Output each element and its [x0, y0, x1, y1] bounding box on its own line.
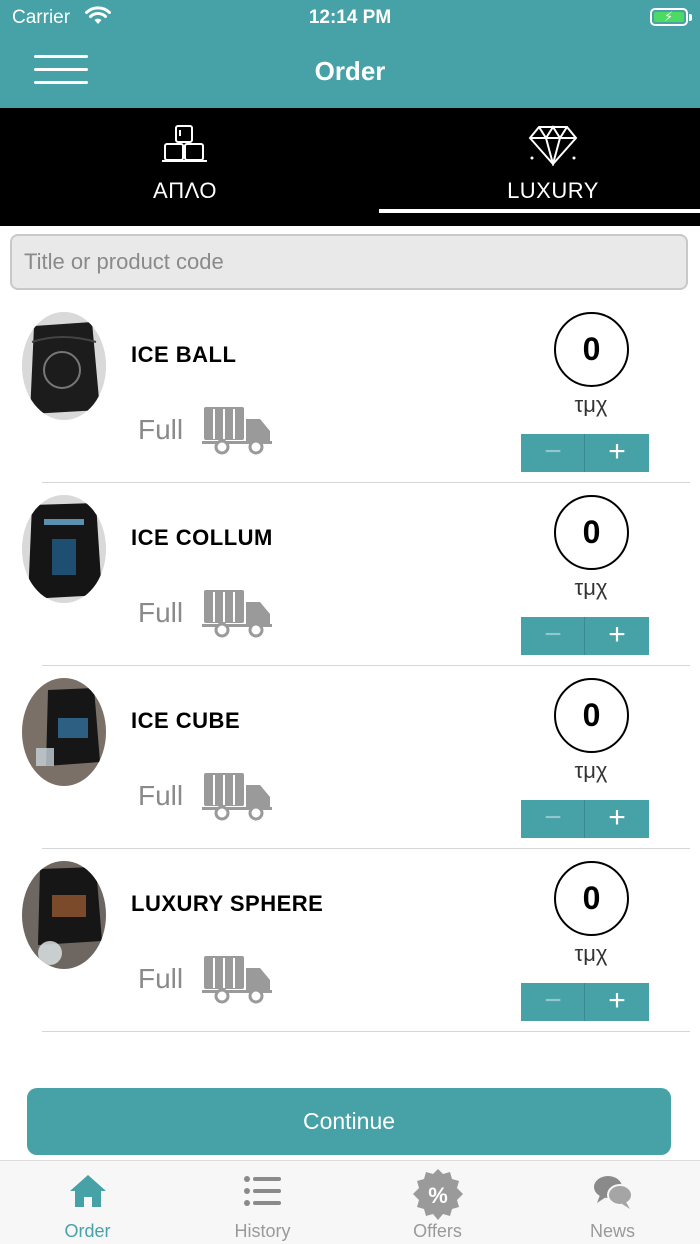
- product-image: [22, 861, 106, 969]
- quantity-display: 0: [554, 861, 629, 936]
- status-time: 12:14 PM: [308, 7, 392, 28]
- ice-cubes-icon: [10, 124, 360, 169]
- product-image: [22, 312, 106, 420]
- unit-label: τμχ: [574, 575, 608, 600]
- truck-icon: [202, 954, 272, 1009]
- nav-history-label: History: [234, 1221, 291, 1241]
- status-bar: Carrier 12:14 PM ⚡: [0, 0, 700, 36]
- increment-button[interactable]: +: [585, 617, 649, 655]
- battery-icon: ⚡: [650, 8, 692, 26]
- nav-order[interactable]: Order: [0, 1161, 175, 1244]
- nav-history[interactable]: History: [175, 1161, 350, 1244]
- quantity-display: 0: [554, 495, 629, 570]
- nav-offers-label: Offers: [413, 1221, 462, 1241]
- home-icon: [0, 1173, 175, 1214]
- product-row: LUXURY SPHERE Full 0 τμχ − +: [0, 849, 700, 1032]
- chat-bubbles-icon: [525, 1173, 700, 1216]
- quantity-stepper: − +: [521, 434, 649, 472]
- tab-aplo[interactable]: ΑΠΛΟ: [10, 108, 360, 226]
- delivery-type-label: Full: [138, 414, 184, 445]
- product-image: [22, 495, 106, 603]
- unit-label: τμχ: [574, 758, 608, 783]
- decrement-button[interactable]: −: [521, 800, 585, 838]
- percent-badge-icon: %: [350, 1169, 525, 1228]
- product-name: ICE CUBE: [131, 708, 241, 733]
- truck-icon: [202, 405, 272, 460]
- decrement-button[interactable]: −: [521, 983, 585, 1021]
- unit-label: τμχ: [574, 392, 608, 417]
- product-row: ICE COLLUM Full 0 τμχ − +: [0, 483, 700, 666]
- product-image: [22, 678, 106, 786]
- list-icon: [175, 1173, 350, 1214]
- quantity-display: 0: [554, 678, 629, 753]
- nav-news[interactable]: News: [525, 1161, 700, 1244]
- quantity-display: 0: [554, 312, 629, 387]
- tab-aplo-label: ΑΠΛΟ: [153, 178, 217, 203]
- decrement-button[interactable]: −: [521, 617, 585, 655]
- increment-button[interactable]: +: [585, 434, 649, 472]
- delivery-type-label: Full: [138, 597, 184, 628]
- product-name: LUXURY SPHERE: [131, 891, 324, 916]
- continue-button[interactable]: Continue: [27, 1088, 671, 1155]
- unit-label: τμχ: [574, 941, 608, 966]
- delivery-type-label: Full: [138, 780, 184, 811]
- delivery-type-label: Full: [138, 963, 184, 994]
- product-name: ICE COLLUM: [131, 525, 273, 550]
- nav-news-label: News: [589, 1221, 635, 1241]
- nav-order-label: Order: [64, 1221, 111, 1241]
- quantity-stepper: − +: [521, 617, 649, 655]
- search-input[interactable]: [10, 234, 688, 290]
- bottom-tab-bar: Order History % Offers News: [0, 1160, 700, 1244]
- product-row: ICE BALL Full 0 τμχ − +: [0, 300, 700, 483]
- page-title: Order: [314, 56, 386, 86]
- decrement-button[interactable]: −: [521, 434, 585, 472]
- product-row: ICE CUBE Full 0 τμχ − +: [0, 666, 700, 849]
- increment-button[interactable]: +: [585, 800, 649, 838]
- product-name: ICE BALL: [131, 342, 237, 367]
- truck-icon: [202, 771, 272, 826]
- nav-offers[interactable]: % Offers: [350, 1161, 525, 1244]
- quantity-stepper: − +: [521, 983, 649, 1021]
- selected-tab-indicator: [379, 209, 700, 213]
- top-navigation-bar: Carrier 12:14 PM ⚡ Order: [0, 0, 700, 108]
- truck-icon: [202, 588, 272, 643]
- svg-text:%: %: [428, 1183, 448, 1208]
- quantity-stepper: − +: [521, 800, 649, 838]
- tab-luxury-label: LUXURY: [507, 178, 599, 203]
- increment-button[interactable]: +: [585, 983, 649, 1021]
- row-divider: [42, 1031, 690, 1032]
- diamond-icon: [378, 124, 700, 171]
